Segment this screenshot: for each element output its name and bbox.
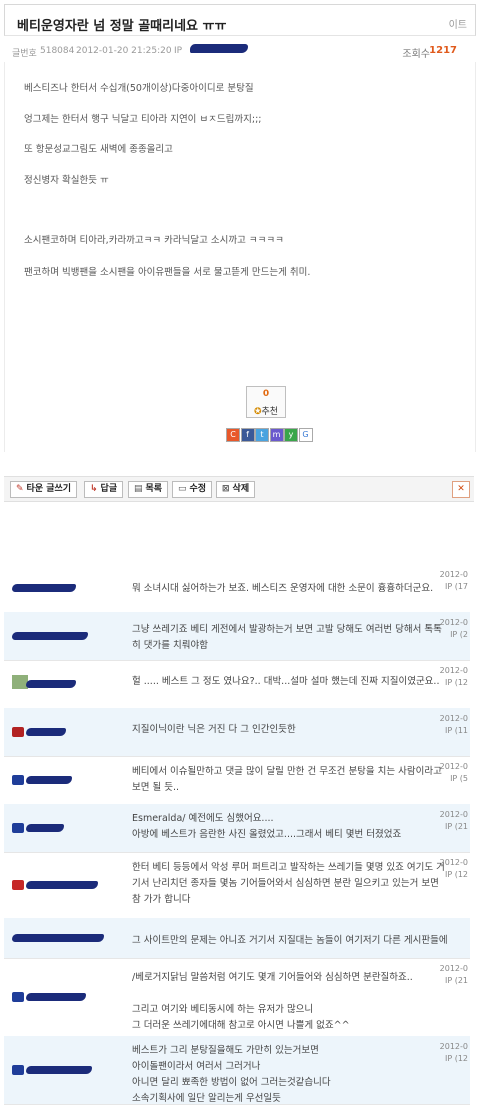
comment-ip: IP (12 [444, 678, 468, 687]
post-paragraph: 베스티즈나 한터서 수십개(50개이상)다중아이디로 분탕질 [24, 83, 254, 94]
comment-ip: IP (21 [444, 822, 468, 831]
close-icon[interactable]: ✕ [452, 481, 470, 498]
comment-author-nickname[interactable] [12, 675, 76, 690]
comment-ip: IP (11 [444, 726, 468, 735]
comment-text: 베티에서 이슈될만하고 댓글 많이 달릴 만한 건 무조건 분탕을 치는 사람이… [132, 766, 445, 793]
post-number: 518084 [40, 46, 75, 56]
post-paragraph: 또 항문성교그림도 새벽에 종종올리고 [24, 144, 173, 155]
comment-ip: IP (12 [444, 1054, 468, 1063]
comment-date: 2012-0 [439, 1042, 468, 1051]
comment-author-nickname[interactable] [12, 726, 66, 738]
recommend-label: 추천 [261, 407, 279, 417]
comment-text: 베스트가 그리 분탕질을해도 가만히 있는거보면 아이돌팬이라서 여러서 그러거… [132, 1045, 331, 1104]
recommend-button[interactable]: 0 ✪추천 [246, 386, 286, 418]
comment-row: 지질이닉이란 닉은 거진 다 그 인간인듯한 2012-0 IP (11 [4, 708, 470, 757]
comment-date: 2012-0 [439, 618, 468, 627]
post-title: 베티운영자란 넘 정말 골때리네요 ㅠㅠ [17, 19, 227, 34]
post-datetime: 2012-01-20 21:25:20 [76, 46, 172, 56]
comment-date: 2012-0 [439, 666, 468, 675]
comment-text: /베로거지닭님 말씀처럼 여기도 몇개 기어들어와 심심하면 분란질하죠.. 그… [132, 972, 413, 1031]
views-count: 1217 [429, 45, 457, 56]
list-label: 목록 [145, 484, 163, 494]
list-icon: ▤ [134, 484, 143, 494]
comment-text: Esmeralda/ 예전에도 심했어요.... 아방에 베스트가 음란한 사진… [132, 813, 402, 840]
comment-date: 2012-0 [439, 858, 468, 867]
post-toolbar: ✎ 타운 글쓰기 ↳ 답글 ▤ 목록 ▭ 수정 ⊠ 삭제 ✕ [4, 476, 474, 502]
ip-label: IP [174, 46, 183, 56]
reply-arrow-icon: ↳ [90, 484, 98, 494]
post-paragraph: 엉그제는 한터서 행구 닉달고 티아라 지연이 ㅂㅈ드립까지;;; [24, 114, 262, 125]
comment-row: 뭐 소녀시대 싫어하는가 보죠. 베스티즈 운영자에 대한 소문이 흉흉하더군요… [4, 564, 470, 613]
comment-text: 한터 베티 등등에서 악성 루머 퍼트리고 발작하는 쓰레기들 몇명 있죠 여기… [132, 862, 445, 905]
comment-row: 베스트가 그리 분탕질을해도 가만히 있는거보면 아이돌팬이라서 여러서 그러거… [4, 1036, 470, 1105]
ip-redaction-scribble [190, 44, 248, 53]
comment-author-nickname[interactable] [12, 879, 98, 891]
comment-text: 그 사이트만의 문제는 아니죠 거기서 지질대는 놈들이 여기저기 다른 게시판… [132, 935, 448, 946]
comment-ip: IP (17 [444, 582, 468, 591]
edit-label: 수정 [189, 484, 207, 494]
list-button[interactable]: ▤ 목록 [128, 481, 169, 498]
comment-date: 2012-0 [439, 810, 468, 819]
post-paragraph: 소시팬코하며 티아라,카라까고ㅋㅋ 카라닉달고 소시까고 ㅋㅋㅋㅋ [24, 235, 284, 246]
post-paragraph: 정신병자 확실한듯 ㅠ [24, 175, 109, 186]
twitter-icon[interactable]: t [255, 428, 269, 442]
comment-ip: IP (21 [444, 976, 468, 985]
edit-icon: ▭ [178, 484, 187, 494]
comment-row: 그 사이트만의 문제는 아니죠 거기서 지질대는 놈들이 여기저기 다른 게시판… [4, 918, 470, 959]
comment-date: 2012-0 [439, 714, 468, 723]
reply-label: 답글 [100, 484, 118, 494]
comment-row: Esmeralda/ 예전에도 심했어요.... 아방에 베스트가 음란한 사진… [4, 804, 470, 853]
comment-row: /베로거지닭님 말씀처럼 여기도 몇개 기어들어와 심심하면 분란질하죠.. 그… [4, 958, 470, 1037]
new-post-label: 타운 글쓰기 [26, 484, 72, 494]
edit-button[interactable]: ▭ 수정 [172, 481, 213, 498]
comment-row: 그냥 쓰레기죠 베티 게전에서 발광하는거 보면 고발 당해도 여러번 당해서 … [4, 612, 470, 661]
comment-author-nickname[interactable] [12, 774, 72, 786]
yozm-icon[interactable]: y [284, 428, 298, 442]
comment-author-nickname[interactable] [12, 1064, 92, 1076]
views-label: 조회수 [402, 49, 430, 60]
comment-text: 지질이닉이란 닉은 거진 다 그 인간인듯한 [132, 724, 296, 735]
comment-row: 한터 베티 등등에서 악성 루머 퍼트리고 발작하는 쓰레기들 몇명 있죠 여기… [4, 852, 470, 919]
recommend-count: 0 [262, 389, 270, 399]
title-right-label[interactable]: 이트 [449, 16, 467, 31]
comment-text: 뭐 소녀시대 싫어하는가 보죠. 베스티즈 운영자에 대한 소문이 흉흉하더군요… [132, 583, 434, 594]
delete-icon: ⊠ [222, 484, 230, 494]
comment-date: 2012-0 [439, 964, 468, 973]
post-paragraph: 팬코하며 빅뱅팬을 소시팬을 아이유팬들을 서로 물고뜯게 만드는게 취미. [24, 267, 311, 278]
comment-row: 베티에서 이슈될만하고 댓글 많이 달릴 만한 건 무조건 분탕을 치는 사람이… [4, 756, 470, 805]
comment-author-nickname[interactable] [12, 932, 104, 944]
cyworld-icon[interactable]: C [226, 428, 240, 442]
post-number-label: 글번호 [12, 49, 37, 59]
comment-ip: IP (5 [450, 774, 468, 783]
comment-date: 2012-0 [439, 762, 468, 771]
comment-date: 2012-0 [439, 570, 468, 579]
comment-text: 그냥 쓰레기죠 베티 게전에서 발광하는거 보면 고발 당해도 여러번 당해서 … [132, 624, 442, 651]
post-meta: 글번호 518084 2012-01-20 21:25:20 IP 조회수 12… [4, 36, 474, 62]
delete-button[interactable]: ⊠ 삭제 [216, 481, 256, 498]
comment-author-nickname[interactable] [12, 582, 76, 594]
pencil-icon: ✎ [16, 484, 24, 494]
comment-author-nickname[interactable] [12, 630, 88, 642]
facebook-icon[interactable]: f [240, 428, 255, 442]
google-icon[interactable]: G [298, 428, 313, 442]
comment-text: 헐 ..... 베스트 그 정도 였나요?.. 대박...설마 설마 했는데 진… [132, 676, 440, 687]
comment-author-nickname[interactable] [12, 991, 86, 1003]
reply-button[interactable]: ↳ 답글 [84, 481, 124, 498]
me2day-icon[interactable]: m [269, 428, 284, 442]
comment-ip: IP (2 [450, 630, 468, 639]
comment-ip: IP (12 [444, 870, 468, 879]
new-post-button[interactable]: ✎ 타운 글쓰기 [10, 481, 78, 498]
post-title-bar: 베티운영자란 넘 정말 골때리네요 ㅠㅠ 이트 [4, 4, 476, 36]
delete-label: 삭제 [232, 484, 250, 494]
comment-row: 헐 ..... 베스트 그 정도 였나요?.. 대박...설마 설마 했는데 진… [4, 660, 470, 709]
comment-author-nickname[interactable] [12, 822, 64, 834]
